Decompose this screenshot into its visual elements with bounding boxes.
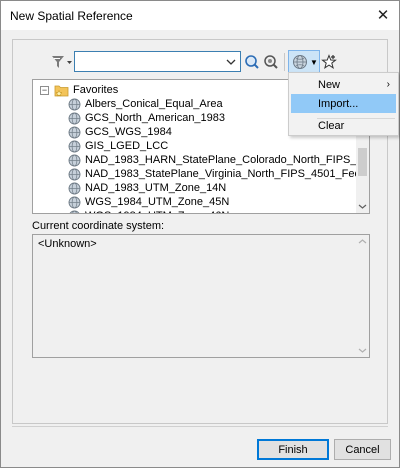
globe-icon (293, 55, 307, 69)
search-icon (245, 55, 259, 69)
globe-icon (68, 168, 81, 181)
tree-item-label: WGS_1984_UTM_Zone_46N (85, 210, 229, 213)
globe-icon (68, 112, 81, 125)
tree-item-coordinate-system[interactable]: GIS_LGED_LCC (68, 139, 168, 153)
current-coordinate-system-value: <Unknown> (38, 238, 97, 250)
tree-item-label: NAD_1983_StatePlane_Virginia_North_FIPS_… (85, 168, 364, 180)
tree-item-coordinate-system[interactable]: WGS_1984_UTM_Zone_46N (68, 209, 229, 213)
collapse-icon[interactable]: − (40, 86, 49, 95)
scrollbar-thumb[interactable] (358, 148, 367, 176)
globe-icon (68, 210, 81, 213)
menu-item-new[interactable]: New › (291, 75, 396, 94)
close-button[interactable]: ✕ (373, 5, 393, 25)
globe-icon (68, 98, 81, 111)
tree-item-coordinate-system[interactable]: WGS_1984_UTM_Zone_45N (68, 195, 229, 209)
tree-item-label: GIS_LGED_LCC (85, 140, 169, 152)
tree-node-favorites[interactable]: Favorites (54, 83, 118, 97)
scroll-down-icon[interactable] (356, 344, 369, 357)
folder-icon (54, 85, 69, 96)
tree-item-coordinate-system[interactable]: NAD_1983_UTM_Zone_14N (68, 181, 226, 195)
scroll-up-icon[interactable] (356, 235, 369, 248)
globe-icon (68, 154, 81, 167)
title-bar: New Spatial Reference ✕ (1, 1, 399, 30)
filter-button[interactable] (49, 52, 75, 72)
tree-item-label: NAD_1983_HARN_StatePlane_Colorado_North_… (85, 154, 369, 166)
globe-icon (68, 140, 81, 153)
details-scrollbar[interactable] (356, 235, 369, 357)
search-combobox[interactable] (74, 51, 241, 72)
tree-item-coordinate-system[interactable]: Albers_Conical_Equal_Area (68, 97, 223, 111)
globe-icon (68, 182, 81, 195)
tree-item-label: NAD_1983_UTM_Zone_14N (85, 182, 227, 194)
cancel-button[interactable]: Cancel (334, 439, 391, 460)
search-input[interactable] (77, 53, 223, 70)
add-to-favorites-button[interactable] (320, 52, 338, 72)
tree-node-label: Favorites (73, 84, 119, 96)
dialog-window: New Spatial Reference ✕ ▼ − Favorites Al… (0, 0, 400, 468)
scroll-down-icon[interactable] (356, 200, 369, 213)
menu-item-clear[interactable]: Clear (291, 116, 396, 135)
tree-item-coordinate-system[interactable]: GCS_North_American_1983 (68, 111, 225, 125)
tree-item-label: Albers_Conical_Equal_Area (85, 98, 223, 110)
search-button[interactable] (244, 52, 260, 72)
chevron-down-icon[interactable] (223, 54, 238, 69)
menu-item-label: Import... (318, 97, 359, 110)
tree-item-label: GCS_WGS_1984 (85, 126, 172, 138)
star-icon (321, 54, 337, 69)
add-coordinate-system-menu: New › Import... Clear (288, 72, 399, 136)
filter-icon (52, 56, 72, 68)
dropdown-arrow-icon: ▼ (310, 57, 318, 67)
window-title: New Spatial Reference (10, 9, 133, 23)
globe-icon (68, 126, 81, 139)
footer-divider (12, 426, 388, 427)
menu-item-label: New (318, 78, 341, 91)
add-coordinate-system-button[interactable]: ▼ (288, 50, 320, 74)
tree-item-coordinate-system[interactable]: GCS_WGS_1984 (68, 125, 172, 139)
globe-icon (68, 196, 81, 209)
submenu-arrow-icon: › (386, 79, 390, 90)
finish-button[interactable]: Finish (257, 439, 329, 460)
current-coordinate-system-label: Current coordinate system: (32, 220, 165, 232)
close-icon: ✕ (376, 7, 390, 24)
tree-item-label: WGS_1984_UTM_Zone_45N (85, 196, 230, 208)
current-coordinate-system-box[interactable]: <Unknown> (32, 234, 370, 358)
toolbar-separator (284, 53, 285, 71)
menu-item-label: Clear (318, 119, 345, 132)
tree-item-coordinate-system[interactable]: NAD_1983_HARN_StatePlane_Colorado_North_… (68, 153, 369, 167)
menu-item-import[interactable]: Import... (291, 94, 396, 113)
tree-item-label: GCS_North_American_1983 (85, 112, 226, 124)
search-options-icon (264, 55, 278, 69)
search-options-button[interactable] (262, 52, 280, 72)
tree-item-coordinate-system[interactable]: NAD_1983_StatePlane_Virginia_North_FIPS_… (68, 167, 364, 181)
